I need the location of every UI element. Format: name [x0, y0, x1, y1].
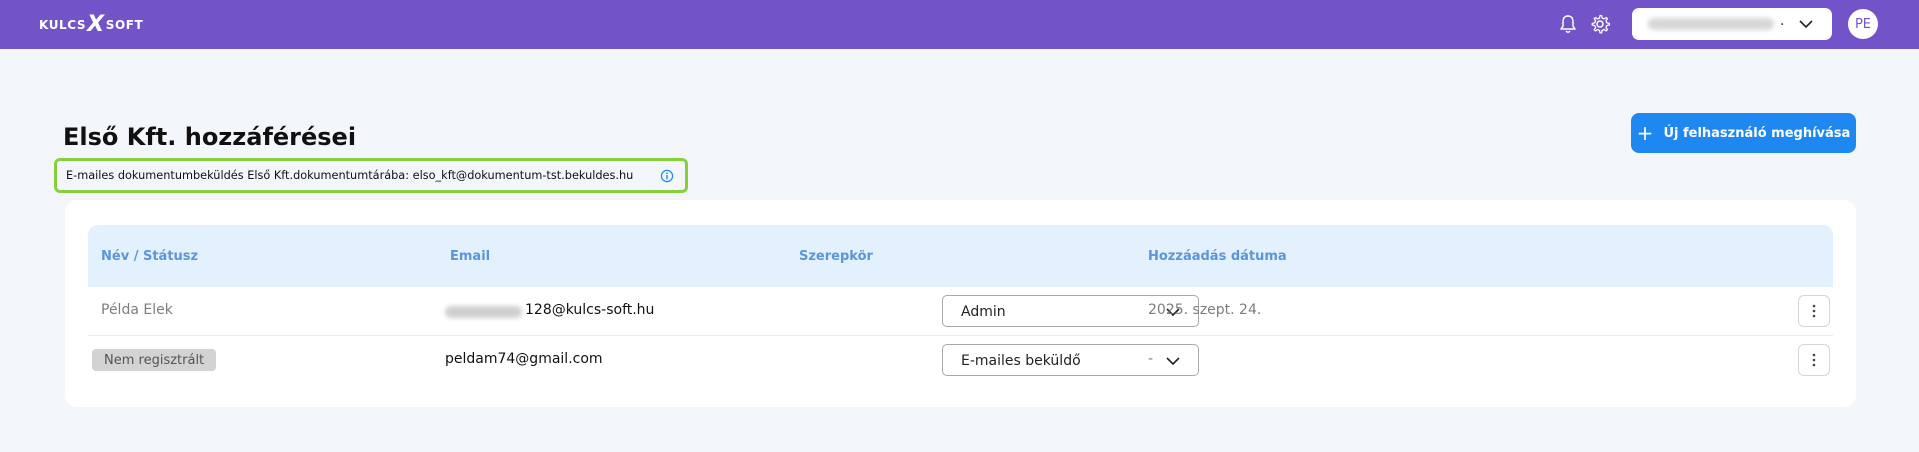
invite-user-label: Új felhasználó meghívása [1663, 125, 1851, 141]
table-row: Nem regisztrált peldam74@gmail.com E-mai… [88, 337, 1833, 386]
info-icon[interactable] [660, 169, 674, 183]
row-actions-button[interactable] [1798, 295, 1830, 327]
user-name: Példa Elek [101, 302, 173, 318]
kulcs-soft-logo[interactable]: KULCS X SOFT [39, 12, 144, 37]
chevron-down-icon [1799, 20, 1813, 29]
column-header-name-status[interactable]: Név / Státusz [101, 249, 198, 264]
status-badge: Nem regisztrált [92, 349, 217, 371]
chevron-down-icon [1166, 357, 1180, 366]
logo-mark: X [87, 12, 105, 37]
logo-text-right: SOFT [105, 18, 144, 32]
company-selector[interactable]: . [1632, 8, 1832, 40]
company-name-redacted [1648, 18, 1774, 30]
user-email: peldam74@gmail.com [445, 351, 603, 367]
top-bar: KULCS X SOFT . PE [0, 0, 1919, 49]
plus-icon: + [1636, 121, 1654, 145]
email-redacted [445, 306, 522, 318]
invite-user-button[interactable]: + Új felhasználó meghívása [1631, 113, 1856, 153]
user-email: 128@kulcs-soft.hu [444, 302, 674, 322]
row-actions-button[interactable] [1798, 344, 1830, 376]
date-added: - [1148, 351, 1154, 367]
gear-icon[interactable] [1589, 13, 1611, 35]
bell-icon[interactable] [1558, 13, 1578, 35]
role-select[interactable]: E-mailes beküldő [942, 344, 1199, 376]
users-table-card: Név / Státusz Email Szerepkör Hozzáadás … [65, 200, 1856, 407]
company-name-ellipsis: . [1780, 13, 1785, 29]
user-avatar[interactable]: PE [1848, 9, 1878, 39]
page-title: Első Kft. hozzáférései [63, 123, 357, 151]
role-select-value: Admin [961, 304, 1006, 320]
logo-text-left: KULCS [39, 18, 87, 32]
user-email-visible: 128@kulcs-soft.hu [525, 302, 655, 318]
column-header-role[interactable]: Szerepkör [799, 249, 873, 264]
column-header-email[interactable]: Email [450, 249, 490, 264]
email-submission-note: E-mailes dokumentumbeküldés Első Kft.dok… [54, 158, 688, 193]
table-row: Példa Elek 128@kulcs-soft.hu Admin 2025.… [88, 287, 1833, 336]
kebab-menu-icon [1812, 353, 1816, 367]
date-added: 2025. szept. 24. [1148, 302, 1262, 318]
table-header: Név / Státusz Email Szerepkör Hozzáadás … [88, 225, 1833, 287]
email-submission-text: E-mailes dokumentumbeküldés Első Kft.dok… [66, 169, 634, 182]
role-select-value: E-mailes beküldő [961, 353, 1081, 369]
kebab-menu-icon [1812, 304, 1816, 318]
column-header-date-added[interactable]: Hozzáadás dátuma [1148, 249, 1287, 264]
